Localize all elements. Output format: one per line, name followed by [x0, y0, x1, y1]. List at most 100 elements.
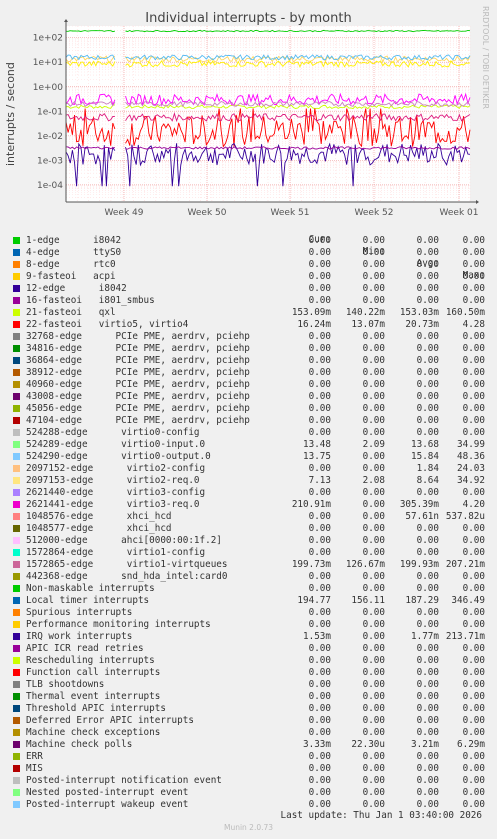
legend-max-value: 6.29m: [457, 739, 485, 750]
y-tick-label: 1e-04: [37, 181, 63, 191]
legend-min-value: 0.00: [362, 451, 385, 462]
legend-min-value: 156.11: [351, 595, 385, 606]
legend-swatch: [13, 465, 20, 472]
legend-max-value: 537.82u: [445, 511, 485, 522]
legend-row: 40960-edge PCIe PME, aerdrv, pciehp 0.00 0…: [12, 379, 487, 391]
legend-max-value: 0.00: [462, 715, 485, 726]
legend-label: Nested posted-interrupt event: [26, 787, 189, 798]
legend-swatch: [13, 573, 20, 580]
legend-row: 4-edge ttyS0 0.00 0.00 0.00 0.00: [12, 247, 487, 259]
legend-swatch: [13, 801, 20, 808]
legend-cur-value: 0.00: [308, 655, 331, 666]
legend-cur-value: 0.00: [308, 607, 331, 618]
legend-min-value: 0.00: [362, 523, 385, 534]
legend-cur-value: 210.91m: [291, 499, 331, 510]
legend-label: 1572865-edge virtio1-virtqueues: [26, 559, 228, 570]
legend-max-value: 0.00: [462, 247, 485, 258]
legend-max-value: 0.00: [462, 403, 485, 414]
legend-label: Machine check exceptions: [26, 727, 161, 738]
legend-label: 2621440-edge virtio3-config: [26, 487, 206, 498]
legend-row: 1572864-edge virtio1-config 0.00 0.00 0.00 0…: [12, 547, 487, 559]
legend-cur-value: 0.00: [308, 247, 331, 258]
legend-label: 45056-edge PCIe PME, aerdrv, pciehp: [26, 403, 250, 414]
legend-max-value: 0.00: [462, 643, 485, 654]
legend-min-value: 0.00: [362, 775, 385, 786]
legend-row: 524288-edge virtio0-config 0.00 0.00 0.00 0.…: [12, 427, 487, 439]
legend-cur-value: 0.00: [308, 391, 331, 402]
legend-swatch: [13, 405, 20, 412]
y-tick-label: 1e+01: [33, 58, 63, 68]
legend-label: Threshold APIC interrupts: [26, 703, 166, 714]
legend-swatch: [13, 393, 20, 400]
legend-min-value: 0.00: [362, 463, 385, 474]
legend-swatch: [13, 777, 20, 784]
legend-max-value: 0.00: [462, 343, 485, 354]
legend-max-value: 0.00: [462, 703, 485, 714]
legend-min-value: 13.07m: [351, 319, 385, 330]
legend-label: 9-fasteoi acpi: [26, 271, 116, 282]
legend-swatch: [13, 705, 20, 712]
legend-row: Spurious interrupts 0.00 0.00 0.00 0.00: [12, 607, 487, 619]
legend-swatch: [13, 285, 20, 292]
legend-row: 43008-edge PCIe PME, aerdrv, pciehp 0.00 0…: [12, 391, 487, 403]
x-tick-label: Week 50: [188, 208, 227, 218]
legend-max-value: 4.20: [462, 499, 485, 510]
legend-label: Spurious interrupts: [26, 607, 133, 618]
legend-max-value: 0.00: [462, 487, 485, 498]
legend-max-value: 0.00: [462, 259, 485, 270]
legend-min-value: 0.00: [362, 547, 385, 558]
legend-swatch: [13, 297, 20, 304]
legend-cur-value: 0.00: [308, 487, 331, 498]
legend-cur-value: 7.13: [308, 475, 331, 486]
legend-swatch: [13, 501, 20, 508]
legend-row: 36864-edge PCIe PME, aerdrv, pciehp 0.00 0…: [12, 355, 487, 367]
legend-min-value: 0.00: [362, 379, 385, 390]
x-tick-label: Week 51: [271, 208, 310, 218]
legend-row: TLB shootdowns 0.00 0.00 0.00 0.00: [12, 679, 487, 691]
legend-swatch: [13, 753, 20, 760]
legend-cur-value: 0.00: [308, 463, 331, 474]
legend-table: Cur: Min: Avg: Max: 1-edge i8042 0.00 0.00…: [12, 222, 487, 811]
legend-max-value: 0.00: [462, 535, 485, 546]
legend-label: 524290-edge virtio0-output.0: [26, 451, 211, 462]
legend-label: 43008-edge PCIe PME, aerdrv, pciehp: [26, 391, 250, 402]
legend-swatch: [13, 417, 20, 424]
legend-max-value: 0.00: [462, 655, 485, 666]
y-tick-label: 1e+00: [33, 83, 64, 93]
munin-version: Munin 2.0.73: [223, 823, 274, 832]
legend-swatch: [13, 261, 20, 268]
legend-label: MIS: [26, 763, 43, 774]
legend-cur-value: 0.00: [308, 775, 331, 786]
legend-cur-value: 3.33m: [303, 739, 331, 750]
legend-min-value: 0.00: [362, 643, 385, 654]
legend-label: TLB shootdowns: [26, 679, 105, 690]
legend-label: 38912-edge PCIe PME, aerdrv, pciehp: [26, 367, 250, 378]
legend-label: IRQ work interrupts: [26, 631, 133, 642]
legend-label: 4-edge ttyS0: [26, 247, 122, 258]
legend-swatch: [13, 381, 20, 388]
legend-min-value: 0.00: [362, 655, 385, 666]
legend-row: 2097152-edge virtio2-config 0.00 0.00 1.84 2…: [12, 463, 487, 475]
legend-row: Machine check exceptions 0.00 0.00 0.00 0.00: [12, 727, 487, 739]
legend-label: Performance monitoring interrupts: [26, 619, 211, 630]
legend-cur-value: 0.00: [308, 259, 331, 270]
legend-swatch: [13, 741, 20, 748]
legend-row: Performance monitoring interrupts 0.00 0.0…: [12, 619, 487, 631]
legend-cur-value: 0.00: [308, 583, 331, 594]
legend-row: Machine check polls 3.33m 22.30u 3.21m 6.29m: [12, 739, 487, 751]
legend-swatch: [13, 513, 20, 520]
legend-max-value: 0.00: [462, 787, 485, 798]
legend-cur-value: 0.00: [308, 355, 331, 366]
legend-row: 1048577-edge xhci_hcd 0.00 0.00 0.00 0.00: [12, 523, 487, 535]
legend-swatch: [13, 681, 20, 688]
legend-cur-value: 0.00: [308, 367, 331, 378]
legend-row: Posted-interrupt notification event 0.00 0…: [12, 775, 487, 787]
y-tick-label: 1e+02: [33, 34, 63, 44]
legend-max-value: 0.00: [462, 283, 485, 294]
legend-min-value: 0.00: [362, 355, 385, 366]
legend-swatch: [13, 717, 20, 724]
legend-label: 524289-edge virtio0-input.0: [26, 439, 206, 450]
legend-swatch: [13, 657, 20, 664]
legend-label: ERR: [26, 751, 43, 762]
x-tick-label: Week 01: [440, 208, 479, 218]
